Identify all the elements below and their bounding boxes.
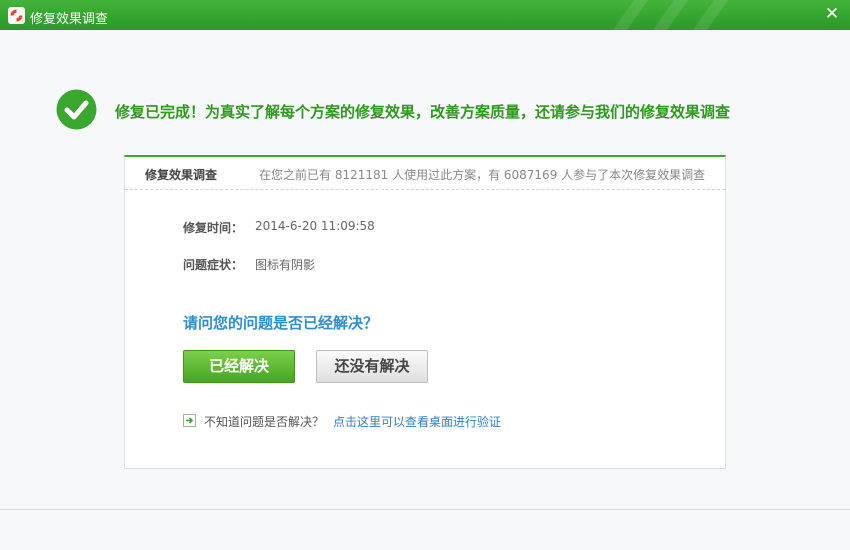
window-title: 修复效果调查 <box>30 12 109 27</box>
checkmark-circle-icon <box>56 89 97 130</box>
resolved-button[interactable]: 已经解决 <box>183 350 295 383</box>
footer-divider <box>0 509 850 510</box>
arrow-right-box-icon <box>183 414 196 427</box>
close-button[interactable]: ✕ <box>822 4 842 24</box>
survey-title: 修复效果调查 <box>145 168 218 182</box>
not-resolved-button[interactable]: 还没有解决 <box>316 350 428 383</box>
survey-panel: 修复效果调查 在您之前已有 8121181 人使用过此方案，有 6087169 … <box>124 155 726 469</box>
symptom-value: 图标有阴影 <box>255 258 316 272</box>
completion-headline: 修复已完成！为真实了解每个方案的修复效果，改善方案质量，还请参与我们的修复效果调… <box>115 103 731 121</box>
title-bar: 修复效果调查 ✕ <box>0 0 850 30</box>
symptom-label: 问题症状： <box>183 258 244 272</box>
survey-header: 修复效果调查 在您之前已有 8121181 人使用过此方案，有 6087169 … <box>125 157 725 190</box>
titlebar-decoration <box>678 0 736 30</box>
repair-time-value: 2014-6-20 11:09:58 <box>255 219 375 233</box>
titlebar-decoration <box>638 0 696 30</box>
titlebar-decoration <box>598 0 656 30</box>
survey-stats: 在您之前已有 8121181 人使用过此方案，有 6087169 人参与了本次修… <box>259 168 706 182</box>
resolution-question: 请问您的问题是否已经解决？ <box>183 314 379 332</box>
verify-desktop-link[interactable]: 点击这里可以查看桌面进行验证 <box>333 413 501 430</box>
verify-hint-text: 不知道问题是否解决？ <box>204 415 325 429</box>
repair-time-label: 修复时间： <box>183 221 244 235</box>
lifebuoy-icon <box>8 7 25 24</box>
close-icon: ✕ <box>824 4 840 24</box>
